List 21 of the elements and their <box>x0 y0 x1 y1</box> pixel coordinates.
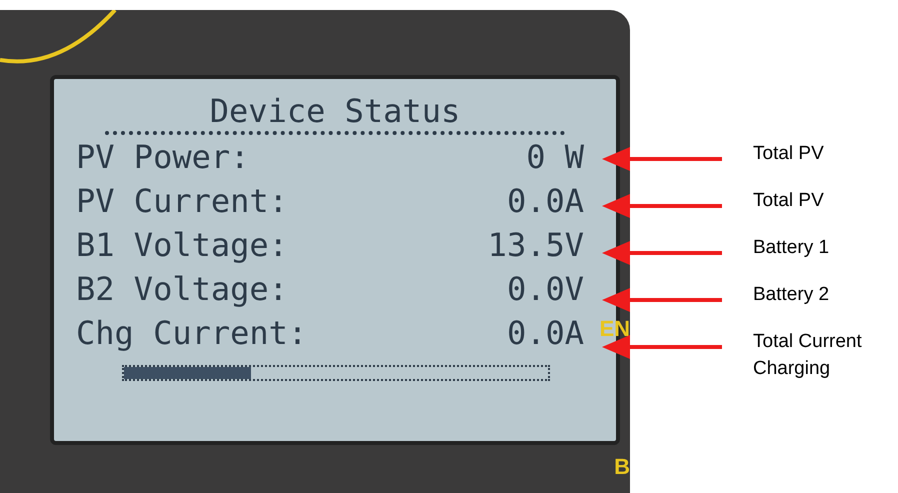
arrow-icon <box>600 191 725 221</box>
annotation-label: Total PV <box>753 142 825 166</box>
annotation-label: Total PV <box>753 189 825 213</box>
screen-title: Device Status <box>105 91 565 135</box>
annotation-label: Total Current Charging <box>753 330 863 381</box>
reading-label: PV Power: <box>76 137 250 178</box>
reading-label: PV Current: <box>76 181 288 222</box>
reading-label: B1 Voltage: <box>76 225 288 266</box>
arrow-icon <box>600 144 725 174</box>
reading-label: B2 Voltage: <box>76 269 288 310</box>
reading-value: 13.5V <box>488 225 584 266</box>
reading-value: 0.0V <box>506 269 584 310</box>
reading-value: 0 W <box>526 137 584 178</box>
annotation-label: Battery 2 <box>753 283 830 307</box>
annotation-label: Battery 1 <box>753 236 830 260</box>
reading-label: Chg Current: <box>76 313 308 354</box>
reading-value: 0.0A <box>506 181 584 222</box>
arrow-icon <box>600 285 725 315</box>
bezel-label: B <box>614 453 630 481</box>
arrow-icon <box>600 238 725 268</box>
reading-value: 0.0A <box>506 313 584 354</box>
